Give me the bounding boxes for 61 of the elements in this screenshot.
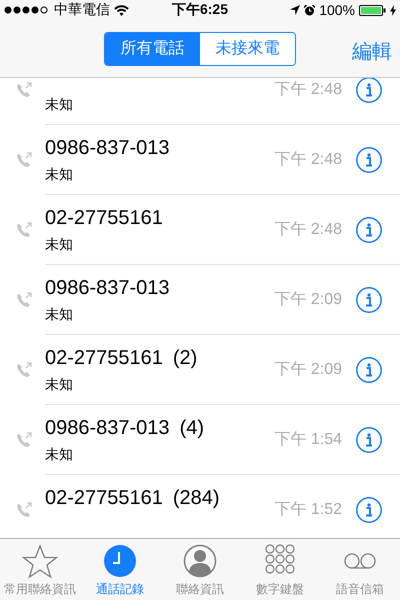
caller-label: 未知 — [45, 96, 74, 112]
caller-label: 未知 — [45, 306, 74, 322]
call-count: (4) — [180, 416, 204, 440]
call-time: 下午 2:48 — [274, 220, 342, 240]
phone-icon — [16, 292, 32, 308]
phone-icon — [16, 82, 32, 98]
call-time: 下午 1:54 — [274, 430, 342, 450]
info-button[interactable] — [356, 426, 382, 452]
caller-label: 未知 — [45, 376, 74, 392]
charging-icon — [390, 4, 396, 16]
call-count: (2) — [172, 346, 198, 370]
location-icon — [290, 5, 300, 15]
call-count: (284) — [172, 486, 220, 510]
info-icon — [356, 426, 382, 452]
clock-time: 下午6:25 — [172, 1, 228, 19]
phone-icon — [16, 362, 32, 378]
wifi-icon — [114, 4, 129, 16]
info-button[interactable] — [356, 216, 382, 242]
carrier-name: 中華電信 — [54, 1, 110, 19]
tab-item[interactable]: 語音信箱 — [320, 539, 400, 600]
phone-number: 0986-837-013 — [45, 416, 170, 440]
call-time: 下午 2:48 — [274, 80, 342, 100]
call-time: 下午 2:48 — [274, 150, 342, 170]
info-icon — [356, 146, 382, 172]
phone-number: 02-27755161 — [45, 206, 163, 230]
phone-number: 0986-837-013 — [45, 276, 170, 300]
call-time: 下午 2:09 — [274, 360, 342, 380]
filter-segment[interactable]: 未接來電 — [200, 32, 295, 64]
phone-number: 0986-837-013 — [45, 136, 170, 160]
phone-icon — [16, 432, 32, 448]
info-button[interactable] — [356, 146, 382, 172]
info-icon — [356, 356, 382, 382]
signal-icon — [4, 6, 50, 14]
phone-number: 02-27755161 — [45, 346, 163, 370]
info-icon — [356, 76, 382, 102]
phone-icon — [16, 502, 32, 518]
tab-item[interactable]: 聯絡資訊 — [160, 539, 240, 600]
caller-label: 未知 — [45, 446, 74, 462]
phone-number: 02-27755161 — [45, 486, 163, 510]
edit-button[interactable]: 編輯 — [352, 38, 392, 65]
call-time: 下午 1:52 — [274, 500, 342, 520]
info-button[interactable] — [356, 286, 382, 312]
info-button[interactable] — [356, 76, 382, 102]
phone-icon — [16, 152, 32, 168]
filter-segment[interactable]: 所有電話 — [105, 32, 200, 64]
info-icon — [356, 216, 382, 242]
alarm-icon — [304, 4, 316, 16]
info-icon — [356, 496, 382, 522]
info-icon — [356, 286, 382, 312]
star-icon — [20, 543, 60, 579]
battery-icon — [359, 4, 386, 16]
tab-item[interactable]: 通話記錄 — [80, 539, 160, 600]
call-time: 下午 2:09 — [274, 290, 342, 310]
battery-percent: 100% — [319, 2, 355, 18]
info-button[interactable] — [356, 356, 382, 382]
tab-item[interactable]: 常用聯絡資訊 — [0, 539, 80, 600]
caller-label: 未知 — [45, 236, 74, 252]
tab-item[interactable]: 數字鍵盤 — [240, 539, 320, 600]
caller-label: 未知 — [45, 166, 74, 182]
info-button[interactable] — [356, 496, 382, 522]
phone-icon — [16, 222, 32, 238]
